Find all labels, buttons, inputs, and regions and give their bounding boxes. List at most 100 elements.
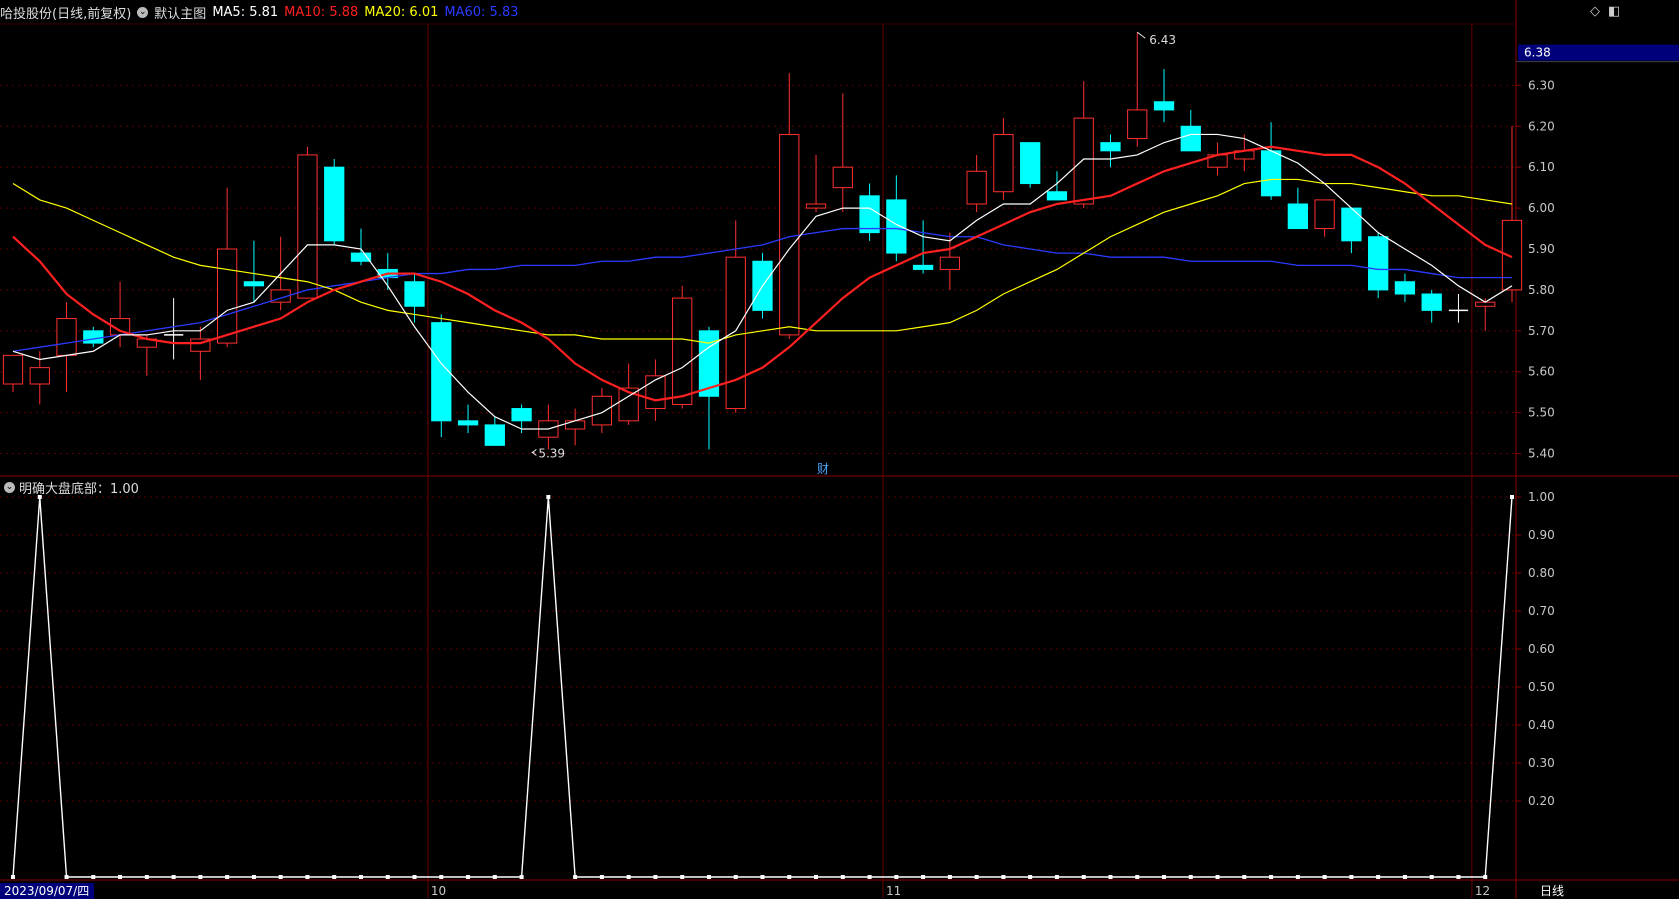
indicator-point — [1242, 875, 1247, 879]
candle-body — [1046, 191, 1068, 201]
candle-body — [484, 424, 505, 446]
candle-body — [1341, 207, 1362, 242]
indicator-point — [1135, 875, 1140, 879]
indicator-point — [1162, 875, 1167, 879]
ma60-label: MA60: 5.83 — [444, 4, 519, 20]
indicator-point — [1510, 495, 1514, 499]
indicator-tick-label: 0.30 — [1528, 756, 1555, 770]
candle-body — [350, 252, 372, 262]
candle-body — [966, 170, 987, 205]
candle-body — [939, 256, 961, 270]
stock-name[interactable]: 哈投股份 — [0, 3, 52, 22]
candle-body — [56, 318, 77, 356]
candle-body — [1180, 125, 1201, 152]
indicator-point — [1001, 875, 1006, 879]
ma20-label: MA20: 6.01 — [364, 4, 439, 20]
chevron-down-icon[interactable]: ⌄ — [137, 6, 149, 18]
price-tick-label: 6.20 — [1528, 119, 1555, 133]
ma10-label: MA10: 5.88 — [284, 4, 359, 20]
candle-body — [886, 199, 907, 254]
candle-body — [859, 195, 880, 234]
candle-body — [672, 297, 693, 405]
indicator-point — [947, 875, 952, 879]
indicator-tick-label: 0.60 — [1528, 642, 1555, 656]
indicator-point — [118, 875, 123, 879]
candle-body — [725, 256, 746, 410]
indicator-point — [599, 875, 604, 879]
indicator-point — [626, 875, 631, 879]
indicator-point — [358, 875, 363, 879]
indicator-point — [840, 875, 845, 879]
indicator-point — [706, 875, 711, 879]
indicator-point — [1269, 875, 1274, 879]
candle-body — [243, 281, 265, 287]
indicator-point — [144, 875, 149, 879]
indicator-point — [11, 875, 15, 879]
indicator-point — [974, 875, 979, 879]
candle-body — [805, 203, 827, 209]
indicator-point — [1429, 875, 1434, 879]
candle-body — [324, 166, 345, 242]
price-tick-label: 6.10 — [1528, 160, 1555, 174]
indicator-point — [1402, 875, 1407, 879]
indicator-point — [680, 875, 685, 879]
current-price-tag: 6.38 — [1524, 46, 1551, 60]
chevron-down-icon[interactable]: ⌄ — [4, 482, 15, 493]
month-label: 12 — [1475, 884, 1490, 898]
price-tick-label: 6.00 — [1528, 201, 1555, 215]
price-tick-label: 5.40 — [1528, 447, 1555, 461]
chart-header: 哈投股份 (日线,前复权) ⌄ 默认主图 MA5: 5.81 MA10: 5.8… — [0, 2, 524, 22]
template-label[interactable]: 默认主图 — [154, 3, 206, 22]
indicator-point — [278, 875, 283, 879]
candle-body — [1020, 142, 1041, 185]
indicator-tick-label: 1.00 — [1528, 490, 1555, 504]
indicator-point — [466, 875, 471, 879]
indicator-point — [787, 875, 792, 879]
indicator-point — [1215, 875, 1220, 879]
indicator-point — [64, 875, 69, 879]
candle-body — [1100, 142, 1121, 152]
indicator-tick-label: 0.20 — [1528, 794, 1555, 808]
diamond-icon[interactable]: ◇ — [1590, 4, 1600, 19]
candle-body — [779, 133, 800, 336]
candle-body — [1073, 117, 1094, 205]
price-tick-label: 5.60 — [1528, 365, 1555, 379]
candle-body — [993, 133, 1014, 193]
month-label: 11 — [886, 884, 901, 898]
indicator-point — [1322, 875, 1327, 879]
candle-body — [1394, 281, 1416, 295]
indicator-header: ⌄ 明确大盘底部：1.00 — [4, 478, 139, 497]
stock-chart[interactable]: 6.30 6.20 6.10 6.00 5.90 5.80 5.70 5.60 5.50 5.40… — [0, 0, 1679, 899]
candle-body — [1314, 199, 1335, 230]
price-tick-label: 5.80 — [1528, 283, 1555, 297]
indicator-point — [225, 875, 230, 879]
ma5-label: MA5: 5.81 — [212, 4, 279, 20]
price-tick-label: 5.50 — [1528, 406, 1555, 420]
indicator-point — [894, 875, 899, 879]
candle-body — [457, 420, 479, 426]
candle-body — [297, 154, 318, 299]
indicator-point — [573, 875, 578, 879]
financial-report-marker: 财 — [817, 462, 829, 476]
indicator-point — [921, 875, 926, 879]
indicator-point — [1028, 875, 1033, 879]
candle-body — [1368, 236, 1389, 291]
candle-body — [1260, 150, 1282, 197]
indicator-tick-label: 0.70 — [1528, 604, 1555, 618]
window-icon[interactable]: ◧ — [1608, 4, 1620, 19]
chart-mode: (日线,前复权) — [52, 6, 132, 22]
indicator-point — [760, 875, 765, 879]
indicator-point — [305, 875, 310, 879]
indicator-tick-label: 0.40 — [1528, 718, 1555, 732]
candle-body — [1127, 109, 1148, 140]
indicator-point — [733, 875, 738, 879]
indicator-point — [1081, 875, 1086, 879]
candle-body — [431, 322, 452, 422]
candle-body — [2, 354, 24, 385]
price-tick-label: 6.30 — [1528, 78, 1555, 92]
candle-body — [591, 395, 613, 426]
candle-body — [83, 330, 104, 344]
candle-body — [645, 375, 666, 410]
indicator-point — [385, 875, 390, 879]
indicator-point — [1349, 875, 1354, 879]
